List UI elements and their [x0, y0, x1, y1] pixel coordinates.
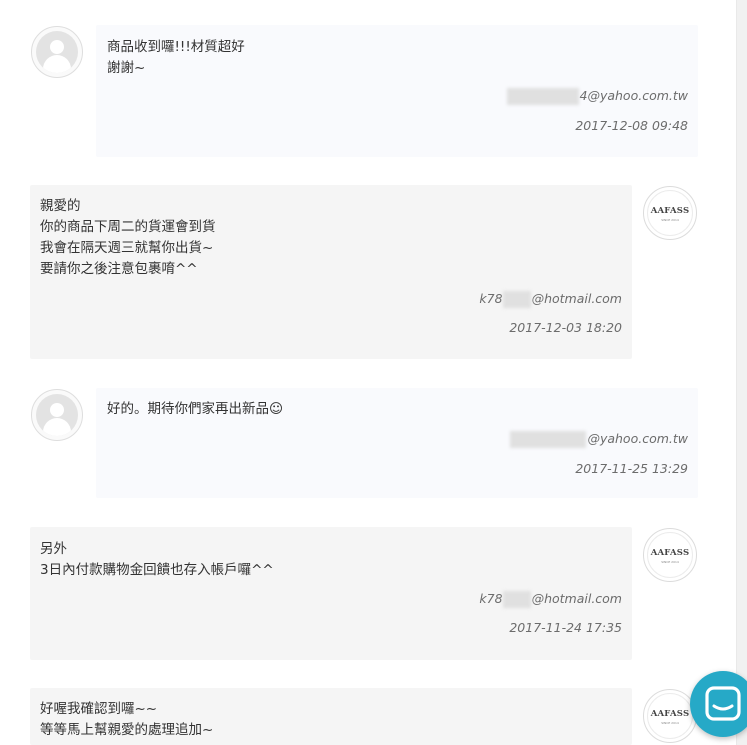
message-line: 商品收到囉!!!材質超好 [107, 39, 245, 55]
message-bubble: 好喔我確認到囉~~ 等等馬上幫親愛的處理追加~ [30, 688, 632, 745]
sender-email: @yahoo.com.tw [510, 431, 688, 448]
message-line: 等等馬上幫親愛的處理追加~ [40, 722, 214, 738]
user-avatar-icon [31, 26, 83, 78]
message-line: 另外 [40, 541, 67, 557]
sender-email: k78 @hotmail.com [479, 291, 622, 308]
message-line: 好喔我確認到囉~~ [40, 701, 158, 717]
redacted-email [510, 431, 587, 448]
message-date: 2017-12-08 09:48 [575, 118, 688, 133]
message-date: 2017-12-03 18:20 [509, 320, 622, 335]
shop-logo-tagline: SINCE 2014 [661, 560, 679, 564]
scrollbar-track[interactable] [736, 0, 747, 745]
message-line: 3日內付款購物金回饋也存入帳戶囉^^ [40, 562, 274, 578]
message-bubble: 好的。期待你們家再出新品☺ @yahoo.com.tw 2017-11-25 1… [96, 388, 698, 498]
chat-launcher-button[interactable] [690, 671, 747, 737]
message-bubble: 另外 3日內付款購物金回饋也存入帳戶囉^^ k78 @hotmail.com 20… [30, 527, 632, 660]
message-date: 2017-11-25 13:29 [575, 461, 688, 476]
shop-logo-tagline: SINCE 2014 [661, 721, 679, 725]
redacted-email [506, 88, 579, 105]
shop-logo-text: AAFASS [650, 206, 690, 216]
user-avatar-icon [31, 389, 83, 441]
shop-logo-text: AAFASS [650, 709, 690, 719]
message-bubble: 商品收到囉!!!材質超好 謝謝~ 4@yahoo.com.tw 2017-12-… [96, 25, 698, 157]
sender-email: k78 @hotmail.com [479, 591, 622, 608]
message-line: 我會在隔天週三就幫你出貨~ [40, 240, 214, 256]
message-date: 2017-11-24 17:35 [509, 620, 622, 635]
redacted-email [502, 291, 531, 308]
shop-logo-text: AAFASS [650, 548, 690, 558]
sender-email: 4@yahoo.com.tw [506, 88, 688, 105]
message-line: 謝謝~ [107, 60, 146, 76]
shop-logo-avatar: AAFASS SINCE 2014 [643, 689, 697, 743]
chat-bubble-icon [705, 686, 741, 721]
message-bubble: 親愛的 你的商品下周二的貨運會到貨 我會在隔天週三就幫你出貨~ 要請你之後注意包… [30, 185, 632, 359]
message-line: 你的商品下周二的貨運會到貨 [40, 219, 216, 235]
message-line: 要請你之後注意包裹唷^^ [40, 261, 198, 277]
redacted-email [502, 591, 531, 608]
shop-logo-avatar: AAFASS SINCE 2014 [643, 528, 697, 582]
message-line: 親愛的 [40, 198, 81, 214]
shop-logo-tagline: SINCE 2014 [661, 218, 679, 222]
message-line: 好的。期待你們家再出新品☺ [107, 401, 284, 417]
shop-logo-avatar: AAFASS SINCE 2014 [643, 186, 697, 240]
